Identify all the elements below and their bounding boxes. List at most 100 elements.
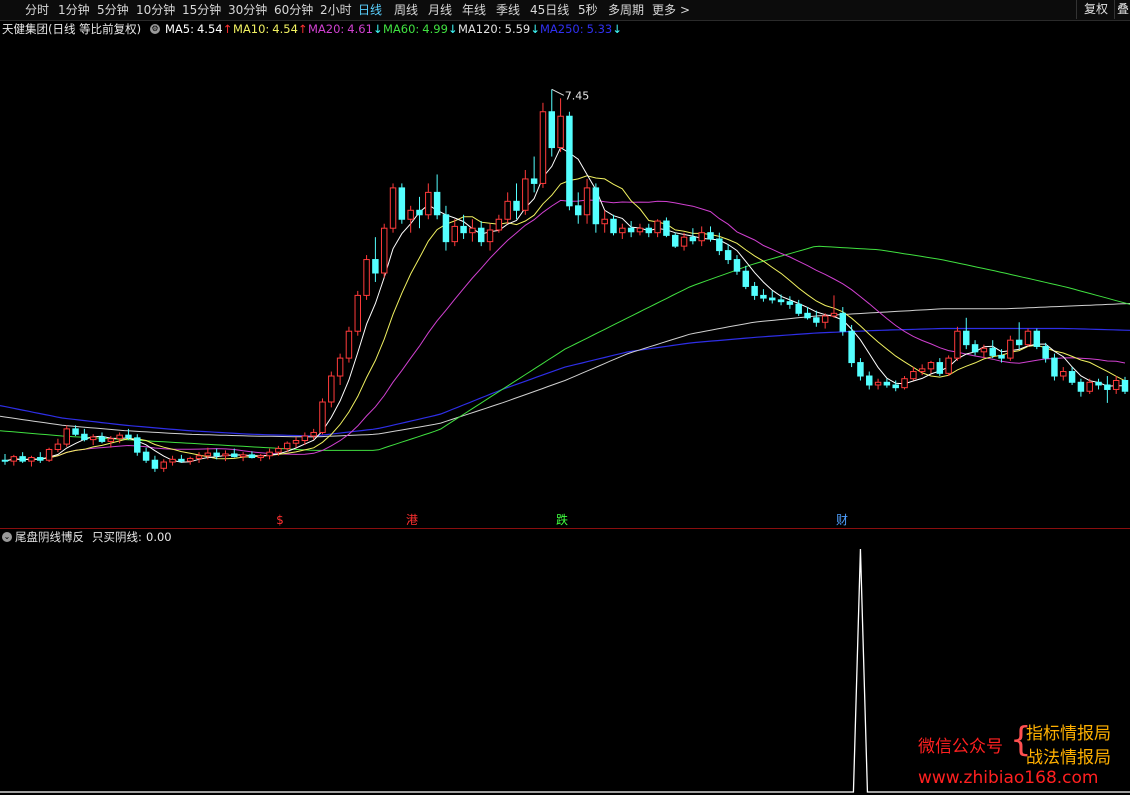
candle-body — [557, 115, 564, 149]
candle-body — [680, 236, 688, 247]
period-tab[interactable]: 月线 — [428, 1, 452, 19]
candle-body — [548, 111, 556, 149]
candle-body — [54, 443, 62, 450]
period-tab[interactable]: 周线 — [394, 1, 418, 19]
period-tab[interactable]: 年线 — [462, 1, 486, 19]
candle-body — [231, 453, 238, 458]
candle-body — [72, 428, 79, 435]
candle-body — [716, 238, 723, 252]
candle-body — [310, 431, 317, 437]
candle-body — [601, 218, 608, 225]
period-tab[interactable]: 1分钟 — [58, 1, 90, 19]
period-tab[interactable]: 5分钟 — [97, 1, 129, 19]
fq-button[interactable]: 复权 — [1076, 0, 1115, 19]
period-tab[interactable]: 5秒 — [578, 1, 598, 19]
candle-body — [1024, 330, 1032, 346]
arrow-down-icon: ↓ — [612, 22, 622, 36]
period-tab[interactable]: 日线 — [358, 1, 382, 19]
candle-body — [857, 362, 864, 377]
candle-body — [989, 347, 996, 356]
ma-item: MA120: 5.59↓ — [458, 20, 540, 38]
candle-body — [301, 435, 309, 442]
candle-body — [769, 297, 776, 301]
candle-body — [195, 455, 203, 459]
event-marker: 港 — [406, 513, 418, 527]
candle-body — [910, 371, 917, 380]
ma-label: MA60: — [383, 22, 420, 36]
ma-label: MA250: — [540, 22, 584, 36]
chevron-right-icon[interactable]: > — [680, 1, 690, 19]
indicator-output-label: 只买阴线: — [92, 530, 142, 544]
period-tab[interactable]: 30分钟 — [228, 1, 267, 19]
ma-value: 4.54 — [196, 22, 223, 36]
indicator-info-bar: ⌄ 尾盘阴线博反 只买阴线: 0.00 — [2, 529, 172, 545]
ma-value: 4.99 — [422, 22, 448, 36]
candle-body — [777, 299, 785, 303]
candle-body — [707, 232, 714, 240]
candle-body — [425, 191, 432, 216]
candle-body — [724, 250, 732, 261]
candle-body — [81, 433, 88, 441]
period-tab[interactable]: 更多 — [652, 1, 676, 19]
indicator-name[interactable]: 尾盘阴线博反 — [15, 529, 84, 545]
candle-body — [1, 459, 9, 462]
ma-value: 4.54 — [272, 22, 298, 36]
candle-body — [539, 111, 547, 184]
candle-body — [654, 220, 661, 234]
candle-body — [583, 187, 591, 216]
period-tab[interactable]: 2小时 — [320, 1, 352, 19]
candle-body — [645, 227, 653, 234]
ma-item: MA250: 5.33↓ — [540, 20, 622, 38]
candle-body — [945, 357, 952, 374]
candle-body — [1060, 371, 1067, 377]
candle-body — [98, 436, 106, 442]
candle-body — [804, 312, 811, 319]
candle-body — [292, 440, 300, 444]
period-tab[interactable]: 季线 — [496, 1, 520, 19]
candle-body — [663, 220, 670, 236]
watermark-left: 微信公众号 — [918, 737, 1003, 757]
indicator-chart[interactable] — [0, 545, 1130, 795]
candle-body — [689, 236, 697, 242]
period-tab[interactable]: 15分钟 — [182, 1, 221, 19]
candle-body — [1068, 371, 1076, 383]
candle-body — [504, 200, 511, 220]
candlestick-chart[interactable]: 7.45 $ 港 跌 财 — [0, 38, 1130, 528]
candle-body — [866, 375, 873, 386]
candle-body — [328, 375, 335, 403]
candle-body — [874, 381, 882, 386]
high-label: 7.45 — [565, 89, 590, 102]
ma-item: MA60: 4.99↓ — [383, 20, 458, 38]
candle-body — [186, 457, 194, 462]
candle-body — [566, 115, 573, 207]
ma-label: MA20: — [308, 22, 345, 36]
candle-body — [460, 225, 467, 234]
candle-body — [610, 218, 617, 234]
stock-title: 天健集团(日线 等比前复权) — [2, 22, 142, 36]
candle-body — [848, 330, 855, 364]
candle-body — [936, 362, 944, 374]
period-tab[interactable]: 60分钟 — [274, 1, 313, 19]
period-tab[interactable]: 分时 — [25, 1, 49, 19]
candle-body — [901, 378, 908, 389]
candle-body — [389, 187, 397, 229]
ma-item: MA20: 4.61↓ — [308, 20, 383, 38]
candle-body — [222, 453, 229, 457]
arrow-up-icon: ↑ — [297, 22, 308, 36]
candle-body — [830, 312, 838, 317]
candle-body — [19, 456, 26, 462]
watermark-line1: 指标情报局 — [1026, 724, 1111, 744]
ma-label: MA10: — [233, 22, 270, 36]
candle-body — [213, 452, 220, 457]
period-tab[interactable]: 多周期 — [608, 1, 644, 19]
period-tab[interactable]: 45日线 — [530, 1, 569, 19]
high-marker — [551, 88, 564, 96]
candle-body — [927, 362, 935, 370]
overlay-button[interactable]: 叠 — [1114, 0, 1130, 19]
candle-body — [451, 225, 458, 243]
candle-body — [813, 317, 820, 323]
period-tab[interactable]: 10分钟 — [136, 1, 175, 19]
candle-body — [169, 458, 176, 463]
candle-body — [63, 428, 70, 445]
candle-body — [1112, 380, 1120, 390]
